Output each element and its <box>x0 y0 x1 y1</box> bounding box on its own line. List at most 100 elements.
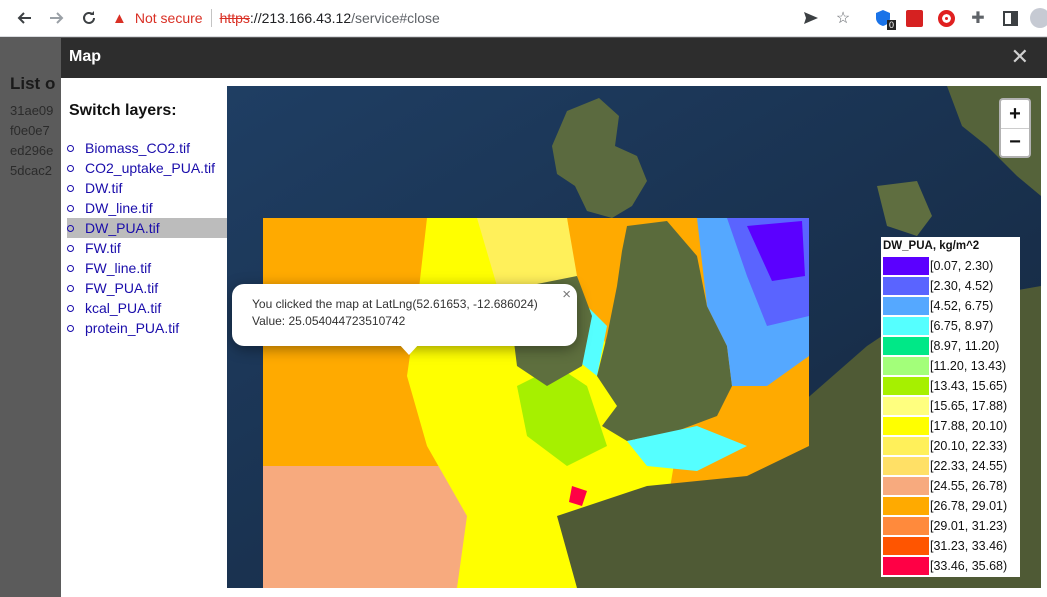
layer-item[interactable]: CO2_uptake_PUA.tif <box>67 158 227 178</box>
legend-label: [31.23, 33.46) <box>930 539 1008 553</box>
legend-row: [26.78, 29.01) <box>883 496 1007 516</box>
legend-swatch <box>883 457 929 475</box>
zoom-in-button[interactable]: + <box>1001 100 1029 128</box>
legend-swatch <box>883 317 929 335</box>
layer-item[interactable]: protein_PUA.tif <box>67 318 227 338</box>
background-line: 5dcac2 <box>10 163 52 178</box>
legend-title: DW_PUA, kg/m^2 <box>883 240 980 252</box>
address-bar[interactable]: ▲ Not secure https://213.166.43.12/servi… <box>112 4 862 32</box>
legend-row: [0.07, 2.30) <box>883 256 993 276</box>
layer-link[interactable]: FW.tif <box>85 240 121 256</box>
layer-item[interactable]: FW_line.tif <box>67 258 227 278</box>
zoom-control: + − <box>999 98 1031 158</box>
url-path: /service#close <box>351 10 440 26</box>
legend-row: [11.20, 13.43) <box>883 356 1006 376</box>
legend-swatch <box>883 357 929 375</box>
legend-label: [11.20, 13.43) <box>930 359 1007 373</box>
bullet-icon <box>67 185 74 192</box>
legend-row: [29.01, 31.23) <box>883 516 1007 536</box>
send-icon[interactable] <box>798 4 824 32</box>
background-line: 31ae09 <box>10 103 54 118</box>
legend-swatch <box>883 397 929 415</box>
url-scheme: https <box>219 10 250 26</box>
opera-extension-icon[interactable] <box>933 4 959 32</box>
legend-label: [0.07, 2.30) <box>930 259 994 273</box>
map-view[interactable]: + − You clicked the map at LatLng(52.616… <box>227 86 1041 588</box>
legend-row: [24.55, 26.78) <box>883 476 1007 496</box>
legend-label: [4.52, 6.75) <box>930 299 994 313</box>
layer-link[interactable]: DW.tif <box>85 180 122 196</box>
layer-item[interactable]: kcal_PUA.tif <box>67 298 227 318</box>
popup-close-icon[interactable]: × <box>562 286 571 303</box>
bullet-icon <box>67 305 74 312</box>
legend-row: [33.46, 35.68) <box>883 556 1007 576</box>
bullet-icon <box>67 285 74 292</box>
red-extension-icon[interactable] <box>901 4 927 32</box>
bullet-icon <box>67 205 74 212</box>
switch-layers-title: Switch layers: <box>69 102 177 119</box>
warning-icon: ▲ <box>112 9 127 27</box>
legend-label: [26.78, 29.01) <box>930 499 1008 513</box>
extension-badge: 0 <box>886 20 896 30</box>
legend-label: [24.55, 26.78) <box>930 479 1008 493</box>
legend-row: [2.30, 4.52) <box>883 276 993 296</box>
layer-link[interactable]: DW_line.tif <box>85 200 153 216</box>
legend-swatch <box>883 557 929 575</box>
layer-list: Biomass_CO2.tif CO2_uptake_PUA.tif DW.ti… <box>67 138 227 338</box>
legend-row: [15.65, 17.88) <box>883 396 1007 416</box>
legend-swatch <box>883 517 929 535</box>
legend-row: [17.88, 20.10) <box>883 416 1007 436</box>
background-line: ed296e <box>10 143 54 158</box>
modal-header: Map ✕ <box>61 38 1047 78</box>
background-heading: List o <box>10 74 56 93</box>
bullet-icon <box>67 145 74 152</box>
extensions-puzzle-icon[interactable]: ✚ <box>965 4 991 32</box>
back-icon[interactable] <box>9 3 39 33</box>
layer-item-selected[interactable]: DW_PUA.tif <box>67 218 227 238</box>
omnibox-separator <box>210 9 212 27</box>
layer-item[interactable]: DW_line.tif <box>67 198 227 218</box>
bookmark-star-icon[interactable]: ☆ <box>830 4 856 32</box>
layer-link[interactable]: Biomass_CO2.tif <box>85 140 190 156</box>
background-line: f0e0e7 <box>10 123 50 138</box>
layer-link[interactable]: FW_line.tif <box>85 260 151 276</box>
popup-tip <box>398 343 420 355</box>
legend-swatch <box>883 477 929 495</box>
legend-row: [13.43, 15.65) <box>883 376 1007 396</box>
legend-swatch <box>883 537 929 555</box>
forward-icon[interactable] <box>42 3 72 33</box>
legend-label: [13.43, 15.65) <box>930 379 1008 393</box>
side-panel-icon[interactable] <box>997 4 1023 32</box>
legend-label: [20.10, 22.33) <box>930 439 1008 453</box>
map-legend: DW_PUA, kg/m^2 [0.07, 2.30) [2.30, 4.52) [… <box>881 237 1020 577</box>
bullet-icon <box>67 225 74 232</box>
bullet-icon <box>67 325 74 332</box>
layer-item[interactable]: FW_PUA.tif <box>67 278 227 298</box>
zoom-out-button[interactable]: − <box>1001 128 1029 156</box>
modal-close-icon[interactable]: ✕ <box>1011 44 1029 70</box>
layer-link[interactable]: kcal_PUA.tif <box>85 300 161 316</box>
modal-title: Map <box>69 48 101 65</box>
layer-item[interactable]: FW.tif <box>67 238 227 258</box>
legend-label: [2.30, 4.52) <box>930 279 994 293</box>
legend-row: [31.23, 33.46) <box>883 536 1007 556</box>
legend-swatch <box>883 257 929 275</box>
legend-swatch <box>883 417 929 435</box>
layer-link[interactable]: CO2_uptake_PUA.tif <box>85 160 215 176</box>
legend-swatch <box>883 337 929 355</box>
bullet-icon <box>67 165 74 172</box>
layer-link[interactable]: FW_PUA.tif <box>85 280 158 296</box>
not-secure-label: Not secure <box>134 10 203 26</box>
legend-row: [6.75, 8.97) <box>883 316 993 336</box>
layer-item[interactable]: DW.tif <box>67 178 227 198</box>
profile-avatar-icon[interactable] <box>1027 4 1047 32</box>
layer-link[interactable]: protein_PUA.tif <box>85 320 179 336</box>
legend-row: [22.33, 24.55) <box>883 456 1007 476</box>
layer-link[interactable]: DW_PUA.tif <box>85 220 160 236</box>
legend-label: [22.33, 24.55) <box>930 459 1008 473</box>
shield-extension-icon[interactable]: 0 <box>870 4 896 32</box>
legend-swatch <box>883 277 929 295</box>
layer-item[interactable]: Biomass_CO2.tif <box>67 138 227 158</box>
legend-swatch <box>883 497 929 515</box>
reload-icon[interactable] <box>74 3 104 33</box>
